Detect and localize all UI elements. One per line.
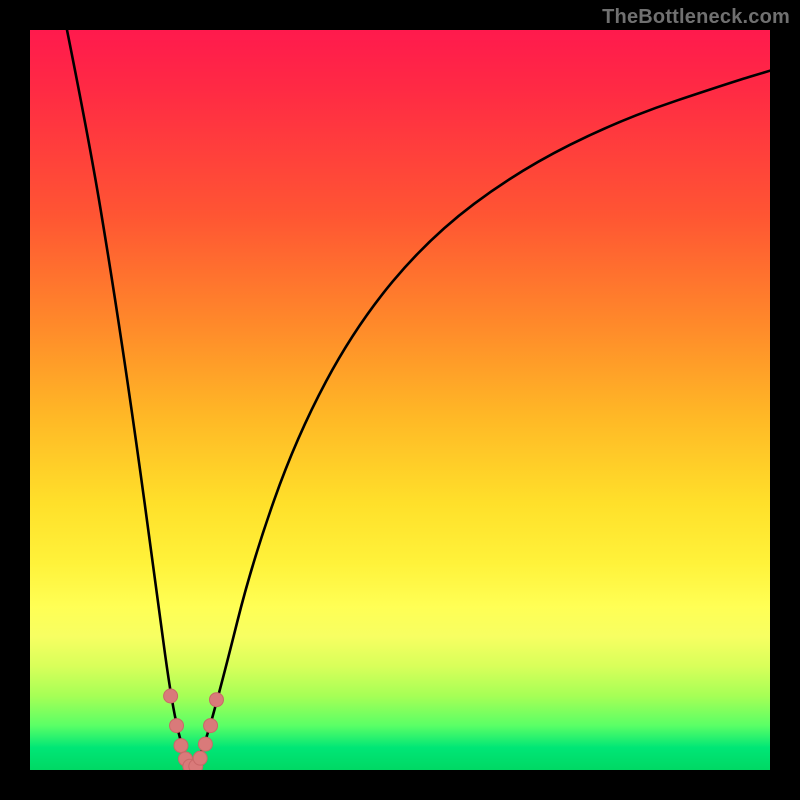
chart-svg	[30, 30, 770, 770]
watermark-text: TheBottleneck.com	[602, 6, 790, 29]
curve-layer	[67, 30, 770, 764]
curve-markers	[164, 689, 224, 770]
left-branch-marker-1	[164, 689, 178, 703]
right-branch-marker-4	[209, 693, 223, 707]
bottleneck-curve	[67, 30, 770, 764]
right-branch-marker-3	[204, 719, 218, 733]
chart-frame: TheBottleneck.com	[0, 0, 800, 800]
plot-area	[30, 30, 770, 770]
right-branch-marker-2	[198, 737, 212, 751]
right-branch-marker-1	[193, 751, 207, 765]
left-branch-marker-3	[174, 739, 188, 753]
left-branch-marker-2	[170, 719, 184, 733]
